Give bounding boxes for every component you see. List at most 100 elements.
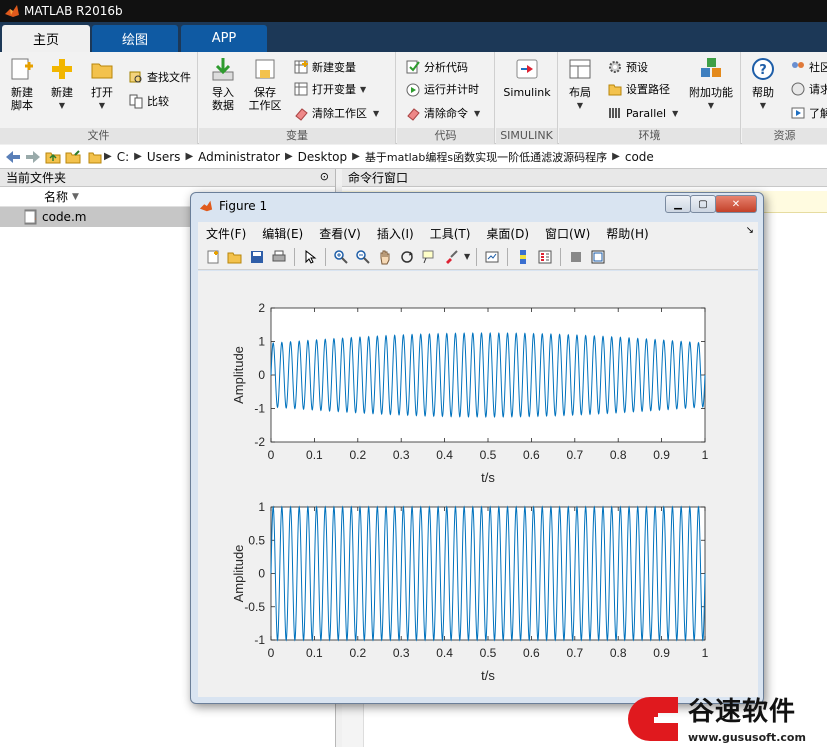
clear-workspace-button[interactable]: 清除工作区 ▼	[293, 104, 379, 122]
x-axis-label: t/s	[481, 668, 495, 683]
menu-file[interactable]: 文件(F)	[206, 225, 246, 242]
colorbar-tool[interactable]	[512, 246, 534, 268]
show-plot-tools[interactable]	[587, 246, 609, 268]
tab-apps[interactable]: APP	[181, 25, 267, 52]
menu-edit[interactable]: 编辑(E)	[262, 225, 303, 242]
clear-workspace-dropdown-icon[interactable]: ▼	[373, 109, 379, 118]
save-figure-tool[interactable]	[246, 246, 268, 268]
pan-tool[interactable]	[374, 246, 396, 268]
figure-window[interactable]: Figure 1 ▁ ▢ ✕ 文件(F) 编辑(E) 查看(V) 插入(I) 工…	[190, 192, 764, 704]
preferences-button[interactable]: 预设	[607, 58, 648, 76]
data-cursor-tool[interactable]	[418, 246, 440, 268]
panel-menu-icon[interactable]: ⊙	[320, 170, 329, 183]
menu-view[interactable]: 查看(V)	[319, 225, 361, 242]
x-tick-label: 0.2	[349, 646, 366, 660]
data-cursor-icon	[422, 250, 434, 263]
new-button[interactable]: 新建 ▼	[46, 56, 78, 112]
breadcrumb-code[interactable]: code	[625, 150, 654, 164]
menu-window[interactable]: 窗口(W)	[545, 225, 590, 242]
compare-button[interactable]: 比较	[128, 92, 169, 110]
path-separator: ▶	[612, 151, 620, 162]
save-workspace-button[interactable]: 保存 工作区	[245, 56, 285, 112]
new-file-icon	[207, 250, 219, 263]
breadcrumb-administrator[interactable]: Administrator	[198, 150, 280, 164]
x-tick-label: 0.4	[436, 646, 453, 660]
figure-titlebar[interactable]: Figure 1 ▁ ▢ ✕	[191, 193, 763, 219]
tab-home[interactable]: 主页	[2, 25, 90, 52]
new-script-button[interactable]: 新建 脚本	[6, 56, 38, 112]
compare-label: 比较	[147, 95, 169, 108]
rotate-3d-icon	[401, 250, 413, 263]
simulink-button[interactable]: Simulink	[500, 56, 554, 99]
addons-dropdown-icon[interactable]: ▼	[708, 99, 714, 112]
new-variable-icon	[294, 60, 308, 74]
breadcrumb-users[interactable]: Users	[147, 150, 181, 164]
open-button[interactable]: 打开 ▼	[86, 56, 118, 112]
up-folder-icon[interactable]	[44, 149, 62, 165]
breadcrumb-desktop[interactable]: Desktop	[298, 150, 348, 164]
brush-dropdown-icon[interactable]: ▼	[464, 252, 470, 261]
edit-plot-tool[interactable]	[299, 246, 321, 268]
new-variable-button[interactable]: 新建变量	[293, 58, 356, 76]
set-path-button[interactable]: 设置路径	[607, 80, 670, 98]
open-file-tool[interactable]	[224, 246, 246, 268]
breadcrumb-project-folder[interactable]: 基于matlab编程s函数实现一阶低通滤波源码程序	[365, 149, 607, 165]
request-support-button[interactable]: 请求	[790, 80, 827, 98]
rotate-3d-tool[interactable]	[396, 246, 418, 268]
minimize-button[interactable]: ▁	[665, 195, 691, 213]
link-plot-tool[interactable]	[481, 246, 503, 268]
help-dropdown-icon[interactable]: ▼	[760, 99, 766, 112]
y-tick-label: -1	[254, 402, 265, 416]
path-separator: ▶	[104, 151, 112, 162]
run-and-time-button[interactable]: 运行并计时	[405, 80, 479, 98]
open-dropdown-icon[interactable]: ▼	[99, 99, 105, 112]
back-arrow-icon[interactable]	[4, 149, 22, 165]
close-button[interactable]: ✕	[715, 195, 757, 213]
legend-tool[interactable]	[534, 246, 556, 268]
forward-arrow-icon[interactable]	[24, 149, 42, 165]
dock-arrow-icon[interactable]: ↘	[746, 225, 754, 236]
simulink-label: Simulink	[503, 86, 551, 99]
layout-dropdown-icon[interactable]: ▼	[577, 99, 583, 112]
y-tick-label: -2	[254, 435, 265, 449]
learn-button[interactable]: 了解	[790, 104, 827, 122]
open-variable-button[interactable]: 打开变量 ▼	[293, 80, 366, 98]
menu-insert[interactable]: 插入(I)	[377, 225, 414, 242]
maximize-button[interactable]: ▢	[690, 195, 716, 213]
y-axis-label: Amplitude	[231, 346, 246, 404]
zoom-out-tool[interactable]	[352, 246, 374, 268]
open-variable-dropdown-icon[interactable]: ▼	[360, 85, 366, 94]
simulink-icon	[516, 59, 538, 79]
menu-desktop[interactable]: 桌面(D)	[486, 225, 529, 242]
new-dropdown-icon[interactable]: ▼	[59, 99, 65, 112]
parallel-button[interactable]: Parallel ▼	[607, 104, 678, 122]
layout-button[interactable]: 布局 ▼	[565, 56, 595, 112]
menu-help[interactable]: 帮助(H)	[606, 225, 648, 242]
breadcrumb-drive[interactable]: C:	[117, 150, 129, 164]
learn-label: 了解	[809, 107, 827, 120]
path-separator: ▶	[352, 151, 360, 162]
plot-area[interactable]: 0 0.1 0.2 0.3 0.4 0.5 0.6 0.7 0.8 0.9 1-2-1012t/sA…	[198, 271, 758, 697]
clear-commands-button[interactable]: 清除命令 ▼	[405, 104, 480, 122]
zoom-in-tool[interactable]	[330, 246, 352, 268]
find-files-button[interactable]: 查找文件	[128, 68, 191, 86]
new-figure-tool[interactable]	[202, 246, 224, 268]
parallel-dropdown-icon[interactable]: ▼	[672, 109, 678, 118]
print-figure-tool[interactable]	[268, 246, 290, 268]
tab-plots[interactable]: 绘图	[92, 25, 178, 52]
x-tick-label: 0	[268, 646, 275, 660]
new-script-label: 新建 脚本	[11, 86, 33, 112]
community-button[interactable]: 社区	[790, 58, 827, 76]
figure-canvas[interactable]: 0 0.1 0.2 0.3 0.4 0.5 0.6 0.7 0.8 0.9 1 -2 -1 0 1 2 t/s A…	[198, 271, 758, 697]
menu-tools[interactable]: 工具(T)	[430, 225, 471, 242]
clear-commands-dropdown-icon[interactable]: ▼	[474, 109, 480, 118]
import-data-button[interactable]: 导入 数据	[207, 56, 239, 112]
sort-down-icon: ▼	[72, 191, 79, 202]
y-tick-label: 1	[258, 500, 265, 514]
addons-button[interactable]: 附加功能 ▼	[687, 56, 735, 112]
analyze-code-button[interactable]: 分析代码	[405, 58, 468, 76]
help-button[interactable]: ? 帮助 ▼	[748, 56, 778, 112]
hide-plot-tools[interactable]	[565, 246, 587, 268]
brush-tool[interactable]	[440, 246, 462, 268]
browse-folder-icon[interactable]	[64, 149, 82, 165]
